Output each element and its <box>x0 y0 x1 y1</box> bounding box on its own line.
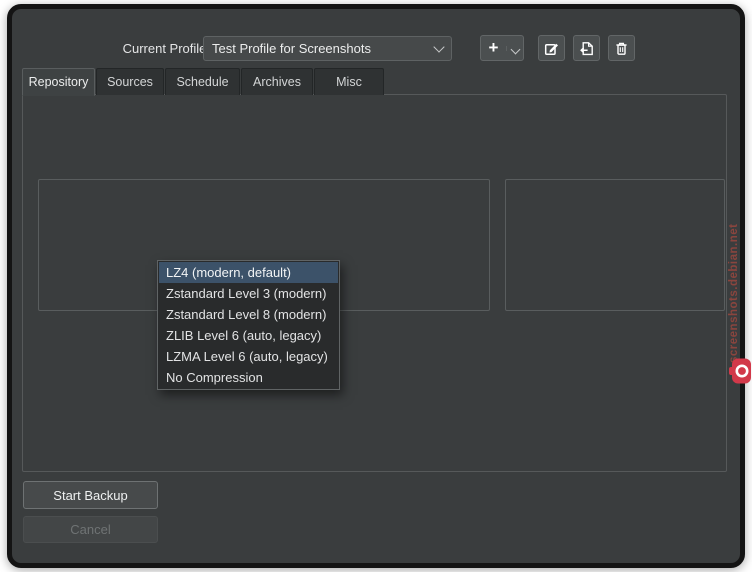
tab-schedule[interactable]: Schedule <box>165 68 240 95</box>
compression-option-lz4[interactable]: LZ4 (modern, default) <box>159 262 338 283</box>
profile-select[interactable]: Test Profile for Screenshots <box>203 36 452 61</box>
repo-stats-groupbox <box>505 179 725 311</box>
trash-icon <box>614 41 629 56</box>
vorta-main-window: Current Profile: Test Profile for Screen… <box>7 4 745 568</box>
compression-option-zstd3[interactable]: Zstandard Level 3 (modern) <box>159 283 338 304</box>
tab-sources[interactable]: Sources <box>96 68 164 95</box>
tab-bar: Repository Sources Schedule Archives Mis… <box>22 68 385 96</box>
chevron-down-icon <box>510 44 520 54</box>
add-profile-menu-button[interactable] <box>506 46 523 51</box>
profile-select-value: Test Profile for Screenshots <box>212 41 371 56</box>
chevron-down-icon <box>433 41 444 52</box>
compression-option-none[interactable]: No Compression <box>159 367 338 388</box>
start-backup-button[interactable]: Start Backup <box>23 481 158 509</box>
cancel-button: Cancel <box>23 516 158 543</box>
compression-option-zstd8[interactable]: Zstandard Level 8 (modern) <box>159 304 338 325</box>
tab-misc[interactable]: Misc <box>314 68 384 95</box>
document-export-icon <box>579 41 594 56</box>
add-profile-button[interactable]: + <box>480 35 524 61</box>
delete-profile-button[interactable] <box>608 35 635 61</box>
tab-repository[interactable]: Repository <box>22 68 95 96</box>
compression-option-lzma6[interactable]: LZMA Level 6 (auto, legacy) <box>159 346 338 367</box>
compression-option-zlib6[interactable]: ZLIB Level 6 (auto, legacy) <box>159 325 338 346</box>
tab-archives[interactable]: Archives <box>241 68 313 95</box>
compression-dropdown-popup: LZ4 (modern, default) Zstandard Level 3 … <box>157 260 340 390</box>
watermark-text: screenshots.debian.net <box>728 148 740 363</box>
screenshot-canvas: { "profile_bar": { "label": "Current Pro… <box>0 0 752 572</box>
camera-icon <box>729 357 752 390</box>
current-profile-label: Current Profile: <box>120 41 210 56</box>
edit-pencil-square-icon <box>544 41 559 56</box>
plus-icon: + <box>481 39 506 56</box>
edit-profile-button[interactable] <box>538 35 565 61</box>
export-profile-button[interactable] <box>573 35 600 61</box>
